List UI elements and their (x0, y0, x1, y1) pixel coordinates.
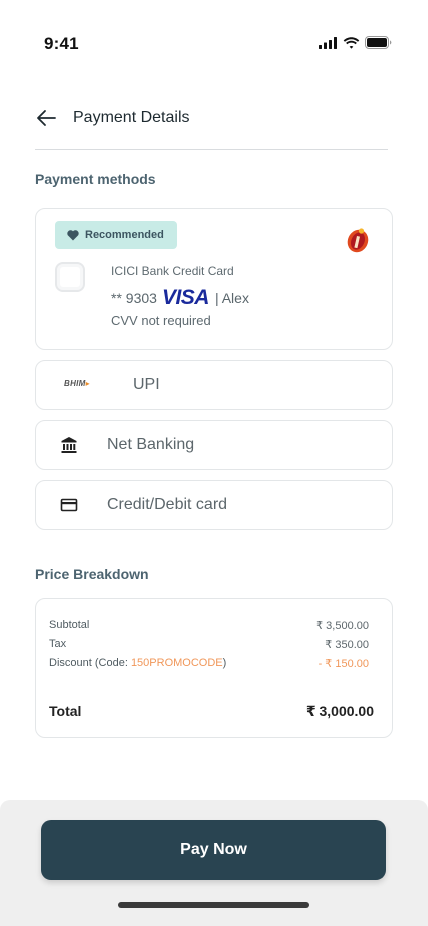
tax-value: ₹ 350.00 (325, 639, 369, 651)
header: Payment Details (35, 100, 388, 150)
subtotal-row: Subtotal ₹ 3,500.00 (49, 619, 369, 632)
price-breakdown-card: Subtotal ₹ 3,500.00 Tax ₹ 350.00 Discoun… (35, 598, 393, 738)
upi-option[interactable]: BHIM▸ UPI (35, 360, 393, 410)
page-title: Payment Details (73, 109, 190, 126)
bank-icon (61, 437, 77, 453)
icici-bank-logo (347, 228, 369, 253)
status-time: 9:41 (44, 34, 79, 53)
discount-label-suffix: ) (222, 657, 227, 669)
credit-debit-card-option[interactable]: Credit/Debit card (35, 480, 393, 530)
tax-row: Tax ₹ 350.00 (49, 638, 369, 651)
card-select-checkbox[interactable] (55, 262, 85, 292)
total-value: ₹ 3,000.00 (305, 703, 374, 719)
subtotal-label: Subtotal (49, 619, 90, 631)
card-holder: | Alex (214, 290, 249, 306)
wifi-icon (343, 36, 360, 49)
bottom-panel: Pay Now (0, 800, 428, 926)
visa-logo: VISA (161, 286, 210, 309)
credit-card-icon (60, 498, 78, 512)
subtotal-value: ₹ 3,500.00 (316, 620, 369, 632)
heart-icon (67, 229, 79, 240)
recommended-card-option[interactable]: Recommended ICICI Bank Credit Card ** 93… (35, 208, 393, 350)
masked-card-number: ** 9303 (111, 290, 157, 306)
discount-row: Discount (Code: 150PROMOCODE) - ₹ 150.00 (49, 657, 369, 670)
tax-label: Tax (49, 638, 67, 650)
bhim-logo: BHIM▸ (64, 379, 90, 388)
payment-methods-title: Payment methods (35, 171, 156, 187)
pay-now-button[interactable]: Pay Now (41, 820, 386, 880)
total-label: Total (49, 703, 82, 719)
card-details: ** 9303 VISA | Alex (111, 286, 249, 310)
recommended-label: Recommended (85, 229, 164, 241)
cvv-note: CVV not required (111, 313, 211, 328)
price-breakdown-title: Price Breakdown (35, 566, 149, 582)
battery-icon (365, 36, 392, 49)
status-icons (319, 36, 392, 49)
bank-name: ICICI Bank Credit Card (111, 264, 234, 278)
discount-label: Discount (Code: 150PROMOCODE) (49, 657, 226, 670)
recommended-badge: Recommended (55, 221, 177, 249)
back-button[interactable] (35, 106, 59, 130)
arrow-left-icon (37, 110, 56, 126)
discount-value: - ₹ 150.00 (318, 658, 369, 670)
home-indicator[interactable] (118, 902, 309, 908)
upi-label: UPI (133, 376, 160, 393)
promo-code: 150PROMOCODE (130, 657, 223, 669)
status-bar: 9:41 (0, 0, 428, 80)
net-banking-option[interactable]: Net Banking (35, 420, 393, 470)
discount-label-prefix: Discount (Code: (49, 657, 131, 669)
total-row: Total ₹ 3,000.00 (49, 703, 374, 720)
bhim-logo-text: BHIM (64, 379, 86, 388)
cellular-signal-icon (319, 36, 337, 49)
net-banking-label: Net Banking (107, 436, 195, 453)
credit-debit-card-label: Credit/Debit card (107, 496, 228, 513)
